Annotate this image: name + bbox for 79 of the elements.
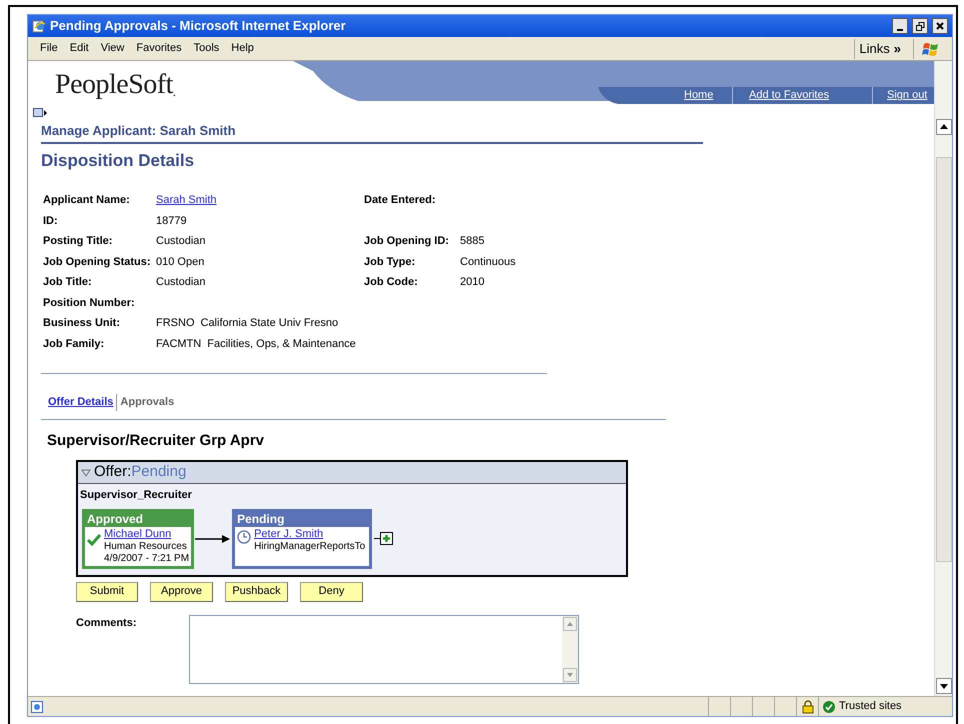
window-title: Pending Approvals - Microsoft Internet Explorer — [50, 17, 347, 36]
links-toolbar-label[interactable]: Links — [859, 38, 890, 58]
restore-icon — [916, 22, 924, 30]
field-label: Applicant Name: — [43, 193, 131, 208]
restore-button[interactable] — [912, 18, 928, 34]
field-value: 010 Open — [156, 254, 204, 270]
applicant-link[interactable]: Sarah Smith — [156, 192, 217, 208]
step-status: Approved — [86, 512, 144, 526]
page-icon — [30, 700, 44, 714]
field-label: Job Title: — [43, 275, 93, 290]
minimize-button[interactable] — [892, 18, 908, 34]
menu-item[interactable]: File — [40, 40, 58, 57]
header-link[interactable]: Sign out — [887, 87, 928, 104]
arrow — [195, 534, 232, 544]
field-value: 5885 — [460, 234, 486, 249]
header-link[interactable]: Home — [684, 87, 714, 104]
field-value: 2010 — [460, 275, 486, 290]
action-button[interactable]: Deny — [300, 582, 363, 602]
field-code: FACMTN — [156, 336, 202, 352]
action-button[interactable]: Submit — [76, 582, 138, 602]
tab[interactable]: Offer Details — [48, 394, 116, 410]
field-label: Job Family: — [43, 336, 106, 352]
group-name: Supervisor_Recruiter — [79, 488, 193, 503]
peoplesoft-logo: PeopleSoft — [55, 68, 173, 102]
step-status: Pending — [236, 512, 286, 526]
field-value: Custodian — [156, 275, 206, 290]
page-toggle-icon[interactable] — [33, 108, 47, 118]
step-detail: HiringManagerReportsTo — [254, 540, 366, 552]
field-label: Job Code: — [364, 275, 419, 290]
close-icon — [936, 22, 944, 30]
field-label: Job Type: — [364, 254, 416, 270]
security-zone: Trusted sites — [839, 699, 902, 714]
logo-mark: . — [172, 85, 176, 101]
action-button[interactable]: Pushback — [225, 582, 288, 602]
field-value: California State Univ Fresno — [200, 316, 338, 331]
menu-item[interactable]: View — [100, 40, 124, 57]
field-label: Date Entered: — [364, 193, 437, 208]
field-value: Custodian — [156, 234, 206, 249]
field-label: ID: — [43, 214, 59, 228]
scroll-down-icon[interactable] — [936, 678, 952, 694]
browser-icon — [32, 19, 46, 33]
scroll-up-icon[interactable] — [936, 119, 952, 135]
header-link[interactable]: Add to Favorites — [749, 87, 830, 104]
add-approver-icon[interactable] — [374, 532, 394, 545]
status-text: Pending — [131, 462, 186, 482]
chevron-button[interactable]: » — [894, 38, 913, 58]
menu-item[interactable]: Edit — [70, 40, 89, 57]
section-title: Supervisor/Recruiter Grp Aprv — [47, 430, 266, 450]
field-label: Business Unit: — [43, 316, 122, 331]
panel-heading: Offer: — [94, 462, 132, 482]
step-detail: Human Resources — [104, 540, 188, 552]
comments-label: Comments: — [76, 616, 138, 630]
field-code: FRSNO — [156, 316, 194, 331]
menu-item[interactable]: Favorites — [136, 40, 182, 57]
menu-item[interactable]: Tools — [194, 40, 220, 57]
step-detail: 4/9/2007 - 7:21 PM — [104, 552, 190, 564]
menu-item[interactable]: Help — [231, 40, 254, 57]
field-label: Job Opening Status: — [43, 254, 152, 270]
approver-link[interactable]: Michael Dunn — [104, 528, 190, 540]
approver-link[interactable]: Peter J. Smith — [254, 528, 366, 540]
collapse-icon[interactable] — [81, 468, 91, 476]
close-button[interactable] — [932, 18, 948, 34]
field-value: Facilities, Ops, & Maintenance — [207, 336, 356, 352]
minimize-icon — [897, 29, 903, 31]
lock-icon — [802, 700, 814, 714]
field-value: 18779 — [156, 214, 187, 228]
field-label: Job Opening ID: — [364, 234, 450, 249]
check-circle-icon — [823, 700, 835, 712]
windows-flag-icon — [922, 40, 940, 56]
scrollbar-thumb[interactable] — [936, 157, 952, 562]
field-label: Position Number: — [43, 296, 136, 310]
page-title: Disposition Details — [41, 150, 196, 172]
check-icon — [87, 532, 101, 546]
vertical-scrollbar[interactable] — [934, 61, 952, 696]
breadcrumb-title: Manage Applicant: Sarah Smith — [41, 118, 703, 144]
tab[interactable]: Approvals — [116, 394, 178, 410]
field-label: Posting Title: — [43, 234, 114, 249]
action-button[interactable]: Approve — [150, 582, 213, 602]
field-value: Continuous — [460, 254, 517, 270]
